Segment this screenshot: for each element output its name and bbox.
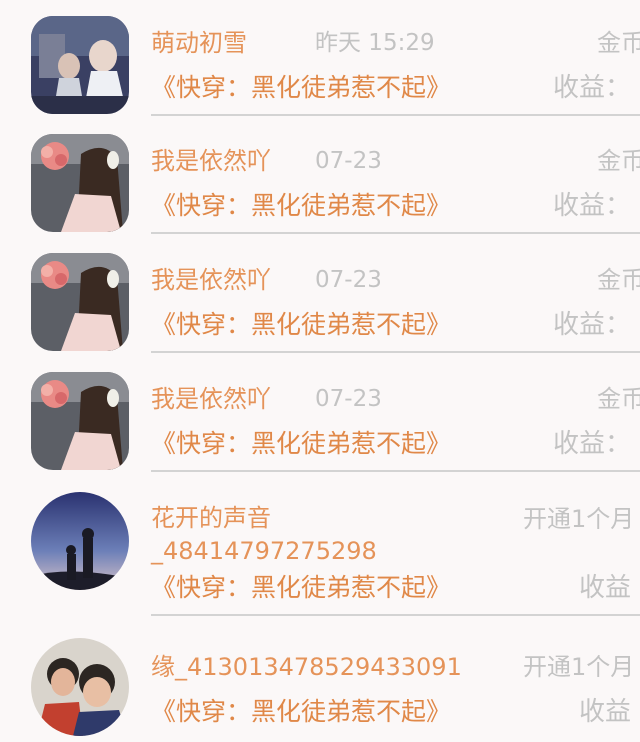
coin-label: 金币 (597, 29, 640, 57)
divider (151, 351, 640, 353)
avatar-image (31, 372, 129, 470)
avatar[interactable] (31, 638, 129, 736)
timestamp: 昨天 15:29 (315, 30, 435, 56)
coin-label: 金币 (597, 266, 640, 294)
user-name: 我是依然吖 (151, 266, 271, 294)
divider (151, 614, 640, 616)
earnings-label: 收益 (579, 573, 632, 603)
list-item[interactable]: 我是依然吖 07-23 金币 《快穿：黑化徒弟惹不起》 收益： (0, 356, 640, 474)
divider (151, 232, 640, 234)
list-item[interactable]: 我是依然吖 07-23 金币 《快穿：黑化徒弟惹不起》 收益： (0, 237, 640, 355)
book-title[interactable]: 《快穿：黑化徒弟惹不起》 (151, 70, 451, 106)
avatar[interactable] (31, 16, 129, 114)
book-title[interactable]: 《快穿：黑化徒弟惹不起》 (151, 426, 451, 462)
avatar-image (31, 492, 129, 590)
avatar-image (31, 638, 129, 736)
coin-label: 金币 (597, 385, 640, 413)
avatar-image (31, 253, 129, 351)
avatar[interactable] (31, 492, 129, 590)
earnings-label: 收益： (553, 191, 632, 221)
divider (151, 114, 640, 116)
avatar[interactable] (31, 253, 129, 351)
timestamp: 07-23 (315, 267, 382, 293)
book-title[interactable]: 《快穿：黑化徒弟惹不起》 (151, 570, 451, 606)
list-item[interactable]: 我是依然吖 07-23 金币 《快穿：黑化徒弟惹不起》 收益： (0, 118, 640, 236)
list-item[interactable]: 萌动初雪 昨天 15:29 金币 《快穿：黑化徒弟惹不起》 收益： (0, 0, 640, 118)
book-title[interactable]: 《快穿：黑化徒弟惹不起》 (151, 188, 451, 224)
user-name: 我是依然吖 (151, 385, 271, 413)
avatar-image (31, 134, 129, 232)
earnings-label: 收益 (579, 697, 632, 727)
user-name: 缘_413013478529433091 (151, 653, 462, 681)
book-title[interactable]: 《快穿：黑化徒弟惹不起》 (151, 307, 451, 343)
avatar-image (31, 16, 129, 114)
avatar[interactable] (31, 372, 129, 470)
membership-label: 开通1个月 (523, 505, 635, 533)
membership-label: 开通1个月 (523, 653, 635, 681)
user-name: 我是依然吖 (151, 147, 271, 175)
list-item[interactable]: 缘_413013478529433091 开通1个月 《快穿：黑化徒弟惹不起》 … (0, 624, 640, 742)
user-name: 萌动初雪 (151, 29, 247, 57)
timestamp: 07-23 (315, 148, 382, 174)
divider (151, 470, 640, 472)
earnings-label: 收益： (553, 429, 632, 459)
list-item[interactable]: 花开的声音_48414797275298 开通1个月 《快穿：黑化徒弟惹不起》 … (0, 492, 640, 618)
earnings-label: 收益： (553, 73, 632, 103)
book-title[interactable]: 《快穿：黑化徒弟惹不起》 (151, 694, 451, 730)
coin-label: 金币 (597, 147, 640, 175)
earnings-label: 收益： (553, 310, 632, 340)
avatar[interactable] (31, 134, 129, 232)
user-name: 花开的声音_48414797275298 (151, 504, 377, 565)
timestamp: 07-23 (315, 386, 382, 412)
